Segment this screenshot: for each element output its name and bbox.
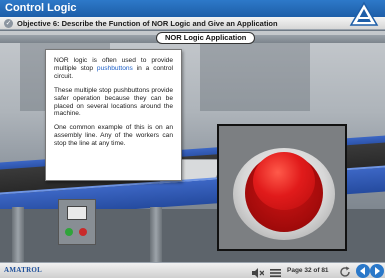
arrow-right-icon [375, 267, 380, 275]
next-page-button[interactable] [370, 264, 384, 278]
objective-bullet-icon: ✓ [4, 19, 13, 28]
conveyor-leg [150, 207, 162, 262]
app-title: Control Logic [5, 2, 77, 14]
objective-bar: ✓ Objective 6: Describe the Function of … [0, 17, 385, 30]
menu-icon[interactable] [270, 266, 281, 278]
title-bar: Control Logic [0, 0, 385, 17]
paragraph-1: NOR logic is often used to provide multi… [54, 57, 173, 81]
pushbuttons-link[interactable]: pushbuttons [97, 65, 133, 72]
conveyor-leg [12, 207, 24, 262]
amatrol-logo-icon [349, 1, 379, 26]
paragraph-3: One common example of this is on an asse… [54, 124, 173, 148]
arrow-left-icon [360, 267, 365, 275]
control-box [58, 199, 96, 245]
app-window: Control Logic ✓ Objective 6: Describe th… [0, 0, 385, 278]
meter [67, 206, 87, 220]
speaker-mute-icon[interactable] [252, 266, 264, 278]
stop-pushbutton-closeup [217, 124, 347, 251]
paragraph-2: These multiple stop pushbuttons provide … [54, 86, 173, 118]
green-button [65, 228, 73, 236]
objective-text: Objective 6: Describe the Function of NO… [17, 19, 278, 28]
prev-page-button[interactable] [356, 264, 370, 278]
red-button [79, 228, 87, 236]
brand-logo: AMATROL [4, 266, 43, 274]
footer-bar: AMATROL Page 32 of 81 [0, 262, 385, 278]
slide-title: NOR Logic Application [156, 32, 256, 44]
red-stop-button-icon [253, 152, 315, 210]
wall-panel [200, 41, 310, 111]
refresh-icon[interactable] [339, 265, 351, 278]
text-card: NOR logic is often used to provide multi… [45, 49, 182, 181]
page-indicator: Page 32 of 81 [287, 267, 329, 274]
